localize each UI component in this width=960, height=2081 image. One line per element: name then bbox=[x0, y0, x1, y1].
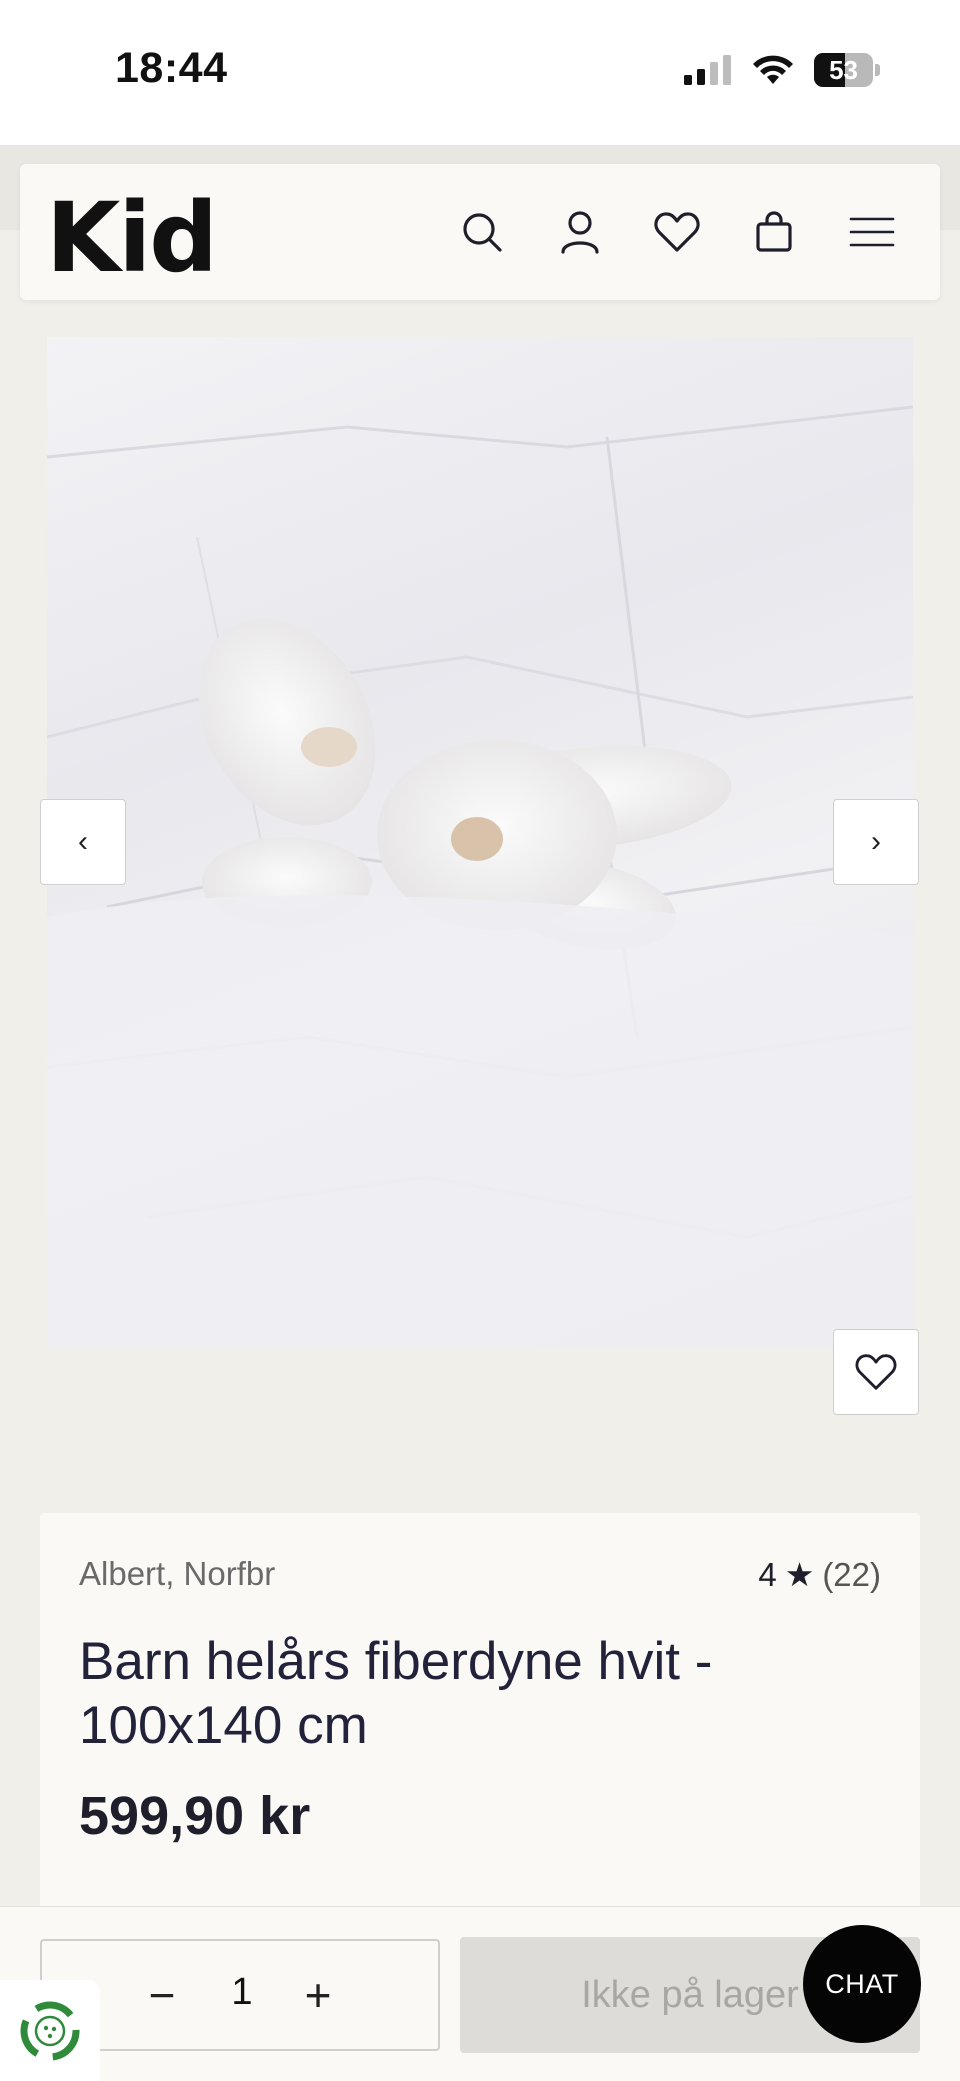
product-price: 599,90 kr bbox=[79, 1786, 311, 1846]
decrease-quantity-button[interactable]: − bbox=[122, 1941, 202, 2049]
product-brand[interactable]: Albert, Norfbr bbox=[79, 1555, 275, 1593]
review-count: (22) bbox=[822, 1555, 881, 1593]
product-image[interactable] bbox=[47, 337, 913, 1348]
gallery-prev-button[interactable]: ‹ bbox=[40, 799, 126, 885]
duvet-bunny-illustration bbox=[47, 405, 913, 1348]
account-icon[interactable] bbox=[550, 202, 610, 262]
star-icon: ★ bbox=[784, 1556, 815, 1593]
status-bar: 18:44 53 bbox=[0, 0, 960, 145]
chevron-left-icon: ‹ bbox=[78, 825, 88, 858]
wishlist-icon[interactable] bbox=[647, 202, 707, 262]
product-info-card: Albert, Norfbr 4 ★ (22) Barn helårs fibe… bbox=[40, 1513, 920, 1933]
battery-icon: 53 bbox=[814, 53, 880, 87]
kid-logo[interactable]: Kid bbox=[46, 182, 218, 294]
menu-icon[interactable] bbox=[842, 202, 902, 262]
increase-quantity-button[interactable]: + bbox=[278, 1941, 358, 2049]
status-icons: 53 bbox=[684, 50, 880, 90]
recycle-icon bbox=[20, 2001, 80, 2060]
add-to-wishlist-button[interactable] bbox=[833, 1329, 919, 1415]
wifi-icon bbox=[753, 55, 793, 84]
eco-badge[interactable] bbox=[0, 1980, 100, 2081]
product-rating[interactable]: 4 ★ (22) bbox=[758, 1555, 881, 1594]
chat-button[interactable]: CHAT bbox=[803, 1925, 921, 2043]
chevron-right-icon: › bbox=[871, 825, 881, 858]
cellular-signal-icon bbox=[684, 55, 731, 85]
search-icon[interactable] bbox=[452, 202, 512, 262]
quantity-value[interactable]: 1 bbox=[202, 1971, 282, 2014]
status-time: 18:44 bbox=[115, 44, 228, 92]
quantity-stepper: − 1 + bbox=[40, 1939, 440, 2051]
rating-value: 4 bbox=[758, 1555, 777, 1593]
product-title: Barn helårs fiberdyne hvit - 100x140 cm bbox=[79, 1632, 713, 1755]
heart-icon bbox=[855, 1354, 897, 1390]
site-header: Kid bbox=[20, 164, 940, 300]
gallery-next-button[interactable]: › bbox=[833, 799, 919, 885]
cart-icon[interactable] bbox=[744, 202, 804, 262]
battery-level: 53 bbox=[829, 54, 858, 85]
